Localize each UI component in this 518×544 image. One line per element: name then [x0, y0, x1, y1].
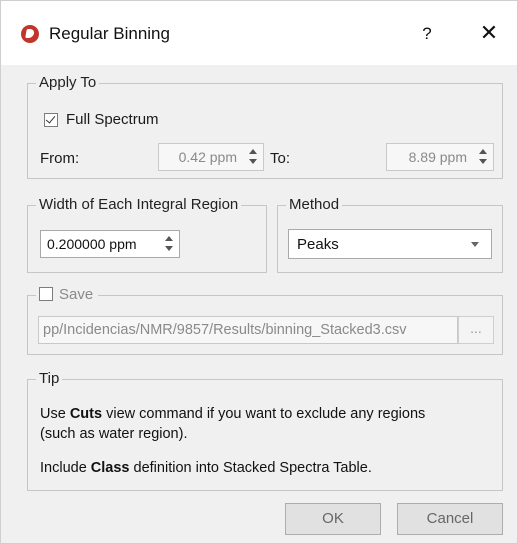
tip-line-1: Use Cuts view command if you want to exc…: [40, 404, 425, 424]
save-legend: Save: [36, 286, 99, 304]
width-region-legend: Width of Each Integral Region: [36, 196, 242, 214]
help-button[interactable]: ?: [415, 21, 439, 47]
full-spectrum-label[interactable]: Full Spectrum: [66, 111, 159, 128]
tip-line-1-pre: Use: [40, 406, 70, 422]
full-spectrum-checkbox[interactable]: [44, 113, 58, 127]
apply-to-group: Apply To Full Spectrum From: 0.42 ppm To…: [27, 74, 503, 179]
save-checkbox[interactable]: [39, 287, 53, 301]
app-logo-icon: [21, 25, 39, 43]
method-legend: Method: [286, 196, 343, 214]
spin-down-icon[interactable]: [165, 246, 173, 251]
tip-group: Tip Use Cuts view command if you want to…: [27, 370, 503, 491]
from-value: 0.42 ppm: [178, 149, 237, 165]
apply-to-legend: Apply To: [36, 74, 100, 92]
tip-line-2: (such as water region).: [40, 426, 188, 442]
tip-line-1-post: view command if you want to exclude any …: [102, 406, 426, 422]
cancel-button[interactable]: Cancel: [397, 503, 503, 535]
to-value: 8.89 ppm: [408, 149, 467, 165]
tip-line-1-bold: Cuts: [69, 406, 103, 422]
tip-line-3-bold: Class: [90, 460, 130, 476]
browse-button[interactable]: ...: [458, 316, 494, 344]
spin-up-icon[interactable]: [249, 149, 257, 154]
spin-down-icon[interactable]: [479, 159, 487, 164]
spin-up-icon[interactable]: [165, 236, 173, 241]
tip-line-3-post: definition into Stacked Spectra Table.: [129, 460, 372, 476]
dialog-title: Regular Binning: [49, 24, 170, 43]
method-group: Method Peaks: [277, 196, 503, 273]
to-label: To:: [270, 150, 291, 167]
close-button[interactable]: ✕: [475, 19, 503, 47]
chevron-down-icon[interactable]: [471, 242, 479, 247]
width-spin-arrows[interactable]: [163, 233, 175, 255]
method-select[interactable]: Peaks: [288, 229, 492, 259]
to-spinbox[interactable]: 8.89 ppm: [386, 143, 494, 171]
from-label: From:: [40, 150, 80, 167]
tip-line-3: Include Class definition into Stacked Sp…: [40, 458, 372, 478]
tip-legend: Tip: [36, 370, 63, 388]
width-value: 0.200000 ppm: [47, 236, 137, 252]
save-path-value: pp/Incidencias/NMR/9857/Results/binning_…: [43, 322, 407, 338]
spin-down-icon[interactable]: [249, 159, 257, 164]
title-bar: Regular Binning ? ✕: [1, 1, 517, 65]
save-path-input[interactable]: pp/Incidencias/NMR/9857/Results/binning_…: [38, 316, 458, 344]
spin-up-icon[interactable]: [479, 149, 487, 154]
width-spinbox[interactable]: 0.200000 ppm: [40, 230, 180, 258]
width-region-group: Width of Each Integral Region 0.200000 p…: [27, 196, 267, 273]
method-selected-value: Peaks: [297, 236, 339, 253]
save-group: Save pp/Incidencias/NMR/9857/Results/bin…: [27, 286, 503, 355]
save-label[interactable]: Save: [59, 286, 93, 303]
from-spin-arrows[interactable]: [247, 146, 259, 168]
from-spinbox[interactable]: 0.42 ppm: [158, 143, 264, 171]
to-spin-arrows[interactable]: [477, 146, 489, 168]
regular-binning-dialog: Regular Binning ? ✕ Apply To Full Spectr…: [0, 0, 518, 544]
ok-button[interactable]: OK: [285, 503, 381, 535]
tip-line-3-pre: Include: [40, 460, 91, 476]
